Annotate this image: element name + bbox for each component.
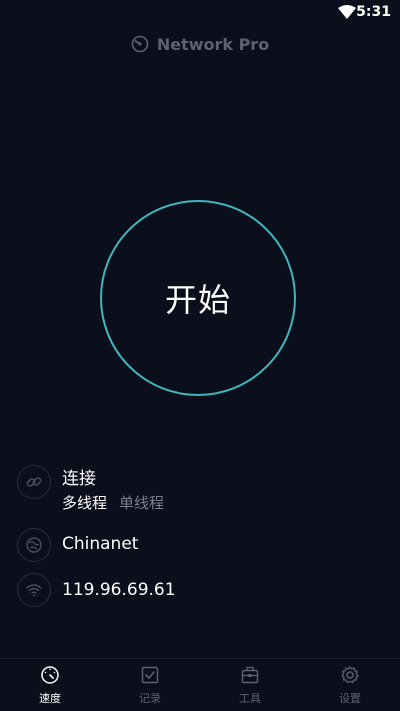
nav-label-tools: 工具 <box>239 692 261 705</box>
nav-item-records[interactable]: 记录 <box>100 659 200 711</box>
nav-label-speed: 速度 <box>39 692 61 705</box>
connection-mode-selector: 多线程 单线程 <box>62 492 164 513</box>
start-button-label: 开始 <box>164 281 231 319</box>
app-title: Network Pro <box>156 34 270 54</box>
start-button[interactable]: 开始 <box>100 200 296 396</box>
nav-item-speed[interactable]: 速度 <box>0 659 100 711</box>
speedtest-screen: 5:31 Network Pro 开始 连接 多线程 单线程 Chinanet <box>0 0 400 711</box>
nav-label-records: 记录 <box>139 692 161 705</box>
status-time: 5:31 <box>356 4 391 20</box>
ip-address: 119.96.69.61 <box>62 580 176 600</box>
toolbox-icon <box>241 666 259 684</box>
gear-icon <box>341 666 359 684</box>
mode-option-multi-thread[interactable]: 多线程 <box>62 492 107 513</box>
bottom-nav: 速度 记录 工具 设置 <box>0 658 400 711</box>
isp-name: Chinanet <box>62 534 139 554</box>
nav-label-settings: 设置 <box>339 692 361 705</box>
app-header: Network Pro <box>0 32 400 56</box>
link-icon <box>17 465 51 499</box>
globe-icon <box>17 528 51 562</box>
speedometer-icon <box>41 666 59 684</box>
connection-title: 连接 <box>62 469 96 489</box>
status-bar: 5:31 <box>0 0 400 26</box>
wifi-icon <box>17 573 51 607</box>
wifi-icon <box>338 5 356 19</box>
mode-option-single-thread[interactable]: 单线程 <box>119 492 164 513</box>
nav-item-settings[interactable]: 设置 <box>300 659 400 711</box>
nav-item-tools[interactable]: 工具 <box>200 659 300 711</box>
speedometer-icon <box>131 35 149 53</box>
checkbox-icon <box>141 666 159 684</box>
